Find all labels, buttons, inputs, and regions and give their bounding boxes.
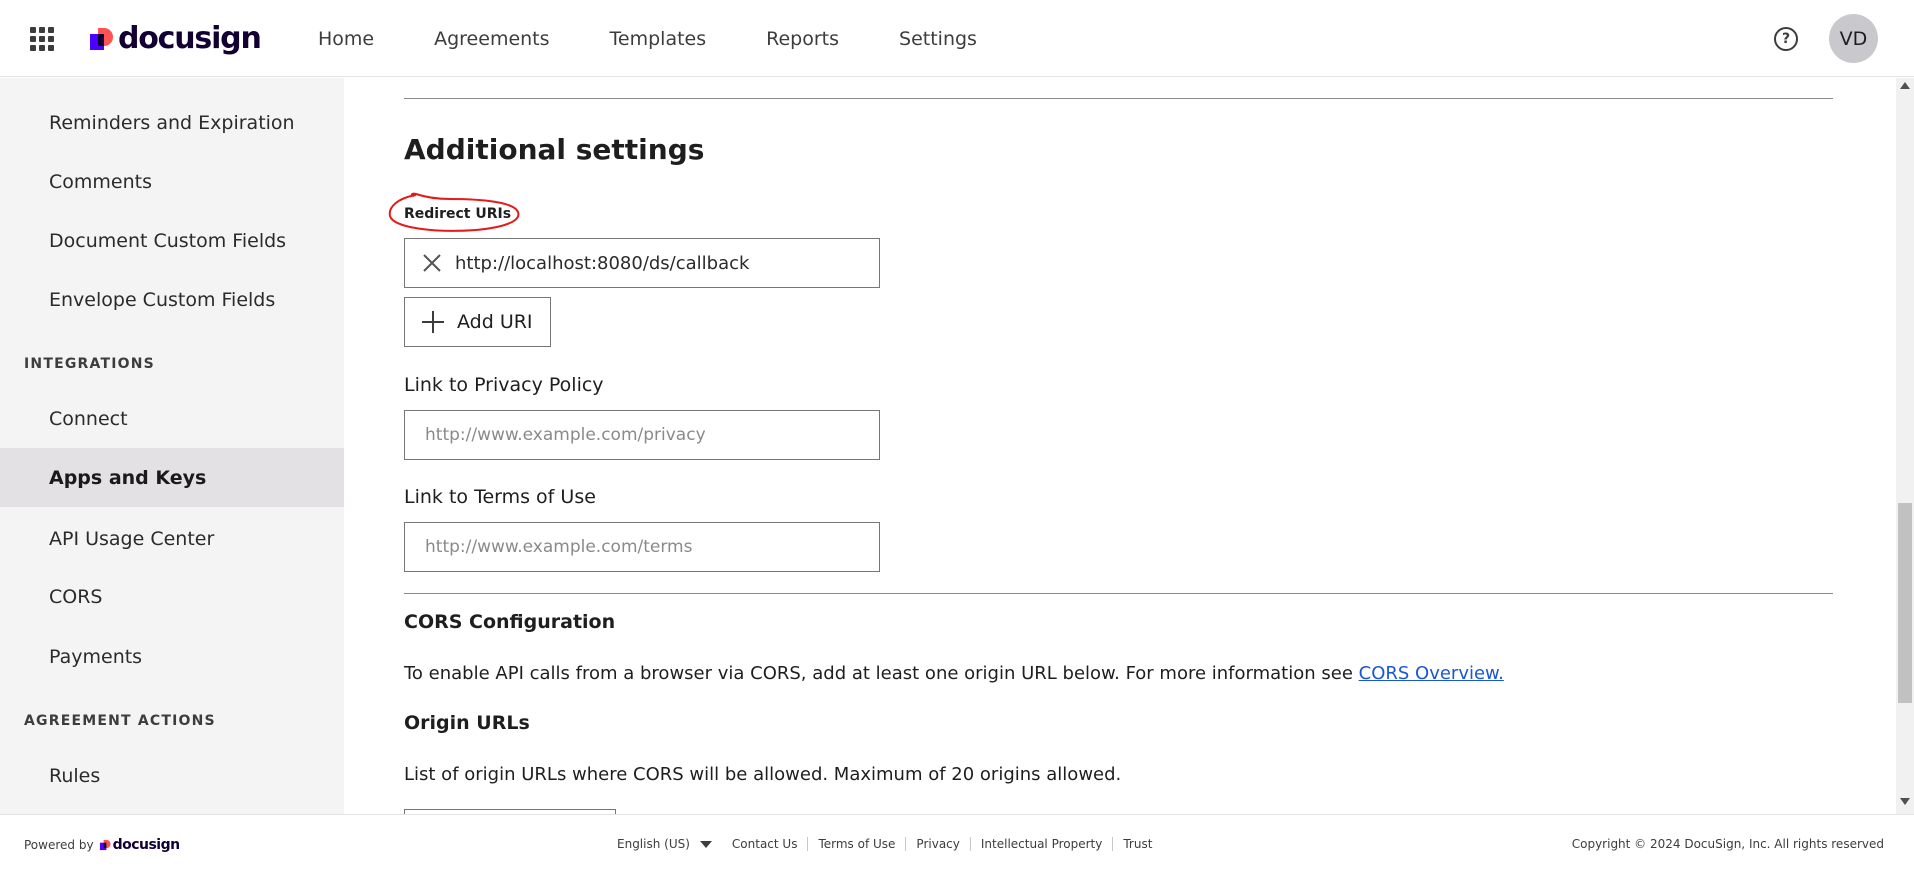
sidebar-item-apps-and-keys[interactable]: Apps and Keys — [0, 448, 344, 507]
terms-of-use-field[interactable] — [404, 522, 880, 572]
nav-settings[interactable]: Settings — [899, 28, 977, 50]
app-launcher-icon[interactable] — [30, 27, 54, 51]
main-content: Additional settings Redirect URIs http:/… — [344, 78, 1896, 814]
scroll-up-arrow-icon[interactable] — [1900, 82, 1910, 89]
privacy-policy-field[interactable] — [404, 410, 880, 460]
top-header: docusign Home Agreements Templates Repor… — [0, 0, 1914, 77]
add-uri-button[interactable]: Add URI — [404, 297, 551, 347]
nav-home[interactable]: Home — [318, 28, 374, 50]
docusign-logo[interactable]: docusign — [88, 21, 262, 56]
scrollbar-thumb[interactable] — [1898, 503, 1912, 703]
footer-link-contact-us[interactable]: Contact Us — [722, 837, 808, 851]
footer-logo-text: docusign — [112, 837, 181, 853]
docusign-logo-icon — [99, 839, 111, 851]
footer-link-trust[interactable]: Trust — [1112, 837, 1162, 851]
powered-by-text: Powered by — [24, 838, 94, 852]
cors-description-text: To enable API calls from a browser via C… — [404, 663, 1353, 684]
scroll-down-arrow-icon[interactable] — [1900, 798, 1910, 805]
language-label: English (US) — [617, 837, 690, 851]
plus-icon — [421, 310, 445, 334]
sidebar-section-integrations: INTEGRATIONS — [24, 356, 155, 372]
sidebar-item-reminders[interactable]: Reminders and Expiration — [0, 93, 344, 152]
sidebar-item-envelope-custom-fields[interactable]: Envelope Custom Fields — [0, 270, 344, 329]
terms-of-use-input[interactable] — [405, 523, 879, 571]
sidebar-section-agreement-actions: AGREEMENT ACTIONS — [24, 713, 216, 729]
sidebar-item-rules[interactable]: Rules — [0, 746, 344, 805]
footer-link-terms-of-use[interactable]: Terms of Use — [807, 837, 905, 851]
user-avatar[interactable]: VD — [1829, 14, 1878, 63]
cors-description: To enable API calls from a browser via C… — [404, 663, 1504, 684]
add-uri-label: Add URI — [457, 311, 533, 333]
scrollbar[interactable] — [1896, 78, 1914, 814]
terms-of-use-label: Link to Terms of Use — [404, 486, 596, 508]
origin-urls-heading: Origin URLs — [404, 712, 530, 734]
divider — [404, 98, 1833, 99]
powered-by: Powered by docusign — [24, 837, 180, 853]
nav-templates[interactable]: Templates — [610, 28, 707, 50]
privacy-policy-input[interactable] — [405, 411, 879, 459]
nav-reports[interactable]: Reports — [766, 28, 839, 50]
sidebar-item-comments[interactable]: Comments — [0, 152, 344, 211]
cors-configuration-heading: CORS Configuration — [404, 611, 616, 633]
redirect-uri-value[interactable]: http://localhost:8080/ds/callback — [455, 253, 749, 274]
footer-link-intellectual-property[interactable]: Intellectual Property — [969, 837, 1112, 851]
sidebar-item-document-custom-fields[interactable]: Document Custom Fields — [0, 211, 344, 270]
sidebar-item-cors[interactable]: CORS — [0, 567, 344, 626]
main-nav: Home Agreements Templates Reports Settin… — [318, 0, 1037, 77]
sidebar-item-api-usage-center[interactable]: API Usage Center — [0, 509, 344, 568]
caret-down-icon — [699, 840, 712, 848]
origin-urls-description: List of origin URLs where CORS will be a… — [404, 764, 1122, 785]
sidebar-item-payments[interactable]: Payments — [0, 627, 344, 686]
language-select[interactable]: English (US) — [617, 837, 712, 851]
nav-agreements[interactable]: Agreements — [434, 28, 549, 50]
remove-uri-icon[interactable] — [417, 248, 447, 278]
footer-docusign-logo: docusign — [99, 837, 180, 853]
divider — [404, 593, 1833, 594]
footer-link-privacy[interactable]: Privacy — [905, 837, 969, 851]
docusign-logo-icon — [90, 27, 113, 50]
redirect-uri-field[interactable]: http://localhost:8080/ds/callback — [404, 238, 880, 288]
cors-overview-link[interactable]: CORS Overview. — [1359, 663, 1504, 684]
copyright-text: Copyright © 2024 DocuSign, Inc. All righ… — [1571, 837, 1884, 851]
logo-text: docusign — [118, 21, 262, 56]
page-footer: Powered by docusign English (US) Contact… — [0, 814, 1914, 872]
sidebar-item-connect[interactable]: Connect — [0, 389, 344, 448]
help-icon[interactable]: ? — [1774, 27, 1798, 51]
redirect-uris-label: Redirect URIs — [404, 206, 512, 222]
privacy-policy-label: Link to Privacy Policy — [404, 374, 604, 396]
additional-settings-heading: Additional settings — [404, 133, 705, 166]
settings-sidebar: Reminders and Expiration Comments Docume… — [0, 78, 344, 814]
footer-links: English (US) Contact Us Terms of Use Pri… — [617, 837, 1162, 851]
